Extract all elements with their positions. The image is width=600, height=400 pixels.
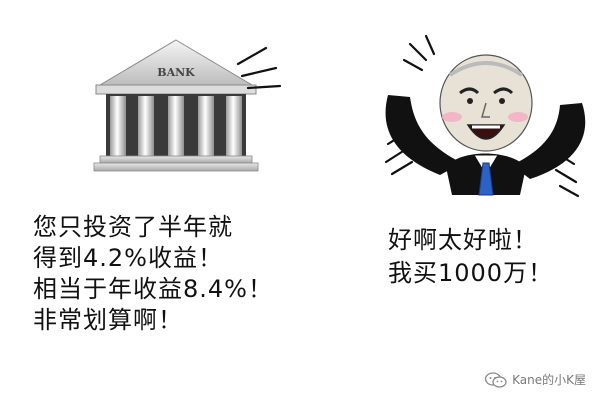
wechat-icon	[484, 371, 507, 388]
reaction-caption-line: 我买1000万！	[388, 259, 554, 287]
reaction-panel: 好啊太好啦！ 我买1000万！	[330, 0, 600, 400]
bank-caption-line: 相当于年收益8.4%！	[33, 275, 273, 303]
bank-caption: 您只投资了半年就 得到4.2%收益！ 相当于年收益8.4%！ 非常划算啊！	[33, 212, 273, 336]
surprise-lines-icon	[236, 46, 282, 90]
bank-panel: BANK 您只投资了半年就 得到4.2%收益！ 相当于年收益8.4%！ 非常划算…	[0, 0, 330, 400]
reaction-caption-line: 好啊太好啦！	[388, 226, 538, 254]
bank-sign: BANK	[157, 66, 195, 79]
bank-caption-line: 非常划算啊！	[33, 306, 183, 334]
watermark-text: Kane的小K屋	[512, 373, 586, 387]
reaction-caption: 好啊太好啦！ 我买1000万！	[388, 224, 553, 290]
bank-caption-line: 您只投资了半年就	[33, 213, 233, 241]
surprise-lines-icon	[554, 152, 580, 198]
watermark: Kane的小K屋	[484, 371, 586, 388]
surprise-lines-icon	[384, 132, 414, 176]
bank-caption-line: 得到4.2%收益！	[33, 244, 223, 272]
